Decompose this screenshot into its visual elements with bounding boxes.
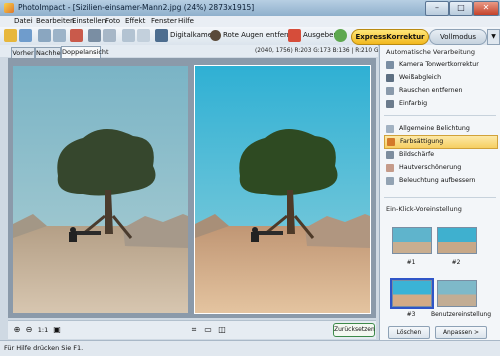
maximize-button[interactable]: □ [449,1,473,16]
chevron-down-icon[interactable]: ▼ [487,29,500,45]
noise-icon [386,87,394,95]
preset-label-1: #1 [406,259,416,266]
image-canvas[interactable] [8,58,376,318]
item-einfarbig[interactable]: Einfarbig [384,98,496,110]
section-presets: Ein-Klick-Voreinstellung [386,205,462,213]
divider [384,115,496,116]
menu-foto[interactable]: Foto [105,17,120,25]
rotate-icon[interactable] [103,29,116,42]
preset-thumb-1[interactable] [392,227,432,254]
save-icon[interactable] [19,29,32,42]
item-camera-tonwert[interactable]: Kamera Tonwertkorrektur [384,59,496,71]
preset-thumb-3[interactable] [392,280,432,307]
skin-icon [386,164,394,172]
item-bildschaerfe[interactable]: Bildschärfe [384,149,496,161]
zoom-out-icon[interactable]: ⊖ [24,325,34,335]
compare-view-icon[interactable]: ◫ [217,325,227,335]
delete-preset-button[interactable]: Löschen [388,326,430,339]
adjust-button[interactable]: Anpassen > [435,326,487,339]
close-button[interactable]: ✕ [473,1,499,16]
item-belichtung[interactable]: Allgemeine Belichtung [384,123,496,135]
tab-vorher[interactable]: Vorher [11,47,35,58]
expresskorrektur-button[interactable]: ExpressKorrektur [351,29,429,45]
saturation-icon [387,138,395,146]
help-assistant-icon[interactable] [334,29,347,42]
vollmodus-button[interactable]: Vollmodus [429,29,487,45]
item-haut[interactable]: Hautverschönerung [384,162,496,174]
output-icon[interactable] [288,29,301,42]
preset-label-custom: Benutzereinstellung [431,311,492,318]
menu-datei[interactable]: Datei [14,17,33,25]
zoom-actual-size[interactable]: 1:1 [36,325,50,335]
fit-window-icon[interactable]: ▣ [52,325,62,335]
item-beleuchtung[interactable]: Beleuchtung aufbessern [384,175,496,187]
photo-after[interactable] [195,66,370,313]
crop-tool-icon[interactable]: ⌗ [189,325,199,335]
divider [384,197,496,198]
crop-icon[interactable] [88,29,101,42]
camera-icon[interactable] [155,29,168,42]
open-folder-icon[interactable] [4,29,17,42]
preset-thumb-2[interactable] [437,227,477,254]
zoom-bar: ⊕ ⊖ 1:1 ▣ ⌗ ▭ ◫ Zurücksetzen [8,320,376,339]
undo-icon[interactable] [122,29,135,42]
white-balance-icon [386,74,394,82]
scan-icon[interactable] [38,29,51,42]
tab-doppelansicht[interactable]: Doppelansicht [61,46,109,58]
print-icon[interactable] [53,29,66,42]
toolbar: Digitalkamera Rote Augen entfernen Ausge… [0,27,500,46]
preset-label-3: #3 [406,311,416,318]
email-icon[interactable] [70,29,83,42]
monochrome-icon [386,100,394,108]
item-weissabgleich[interactable]: Weißabgleich [384,72,496,84]
exposure-icon [386,125,394,133]
status-text: Für Hilfe drücken Sie F1. [4,344,84,352]
express-panel: Automatische Verarbeitung Kamera Tonwert… [379,45,500,340]
title-bar: PhotoImpact - [Sizilien-einsamer-Mann2.j… [0,0,500,16]
photo-before[interactable] [13,66,188,313]
zoom-in-icon[interactable]: ⊕ [12,325,22,335]
preset-thumb-custom[interactable] [437,280,477,307]
output-button[interactable]: Ausgeben [303,31,338,39]
redo-icon[interactable] [137,29,150,42]
split-view-icon[interactable]: ▭ [203,325,213,335]
eye-icon[interactable] [210,30,221,41]
camera-icon [386,61,394,69]
item-rauschen[interactable]: Rauschen entfernen [384,85,496,97]
menu-fenster[interactable]: Fenster [151,17,177,25]
sharpen-icon [386,151,394,159]
item-farbsaettigung[interactable]: Farbsättigung [384,135,498,149]
window-title: PhotoImpact - [Sizilien-einsamer-Mann2.j… [18,3,255,12]
lighting-icon [386,177,394,185]
reset-button[interactable]: Zurücksetzen [333,323,375,337]
menu-effekt[interactable]: Effekt [125,17,145,25]
menu-hilfe[interactable]: Hilfe [178,17,194,25]
app-icon [4,3,14,13]
menu-bearbeiten[interactable]: Bearbeiten [36,17,74,25]
preset-label-2: #2 [451,259,461,266]
minimize-button[interactable]: – [425,1,449,16]
section-auto-processing: Automatische Verarbeitung [386,48,476,56]
menu-einstellen[interactable]: Einstellen [72,17,106,25]
tab-nachher[interactable]: Nachher [35,47,63,58]
status-bar: Für Hilfe drücken Sie F1. [0,340,500,356]
